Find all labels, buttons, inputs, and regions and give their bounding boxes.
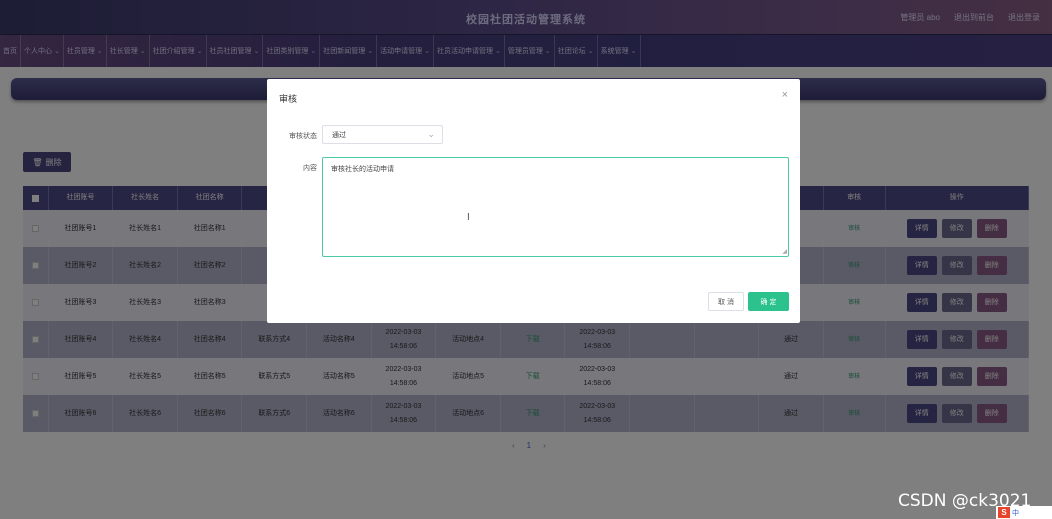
- ime-language[interactable]: 中: [1012, 508, 1019, 518]
- ime-logo-icon[interactable]: S: [998, 507, 1010, 518]
- ime-tray: S 中: [996, 506, 1052, 519]
- dialog-title: 审核: [279, 94, 298, 104]
- confirm-button[interactable]: 确 定: [748, 292, 789, 311]
- close-icon[interactable]: ×: [782, 89, 788, 101]
- cancel-button[interactable]: 取 消: [708, 292, 744, 311]
- text-cursor-icon: I: [467, 212, 470, 223]
- status-select-value: 通过: [332, 131, 346, 139]
- audit-dialog: 审核 × 审核状态 通过 ⌄ 内容 审核社长的活动申请 ◢ I 取 消 确 定: [267, 79, 800, 323]
- status-field-label: 审核状态: [289, 133, 317, 140]
- resize-handle-icon[interactable]: ◢: [782, 248, 787, 255]
- content-textarea[interactable]: 审核社长的活动申请 ◢: [322, 157, 789, 257]
- status-select[interactable]: 通过 ⌄: [322, 125, 443, 144]
- content-field-label: 内容: [303, 165, 317, 172]
- chevron-down-icon: ⌄: [427, 129, 435, 139]
- content-textarea-value: 审核社长的活动申请: [331, 166, 394, 173]
